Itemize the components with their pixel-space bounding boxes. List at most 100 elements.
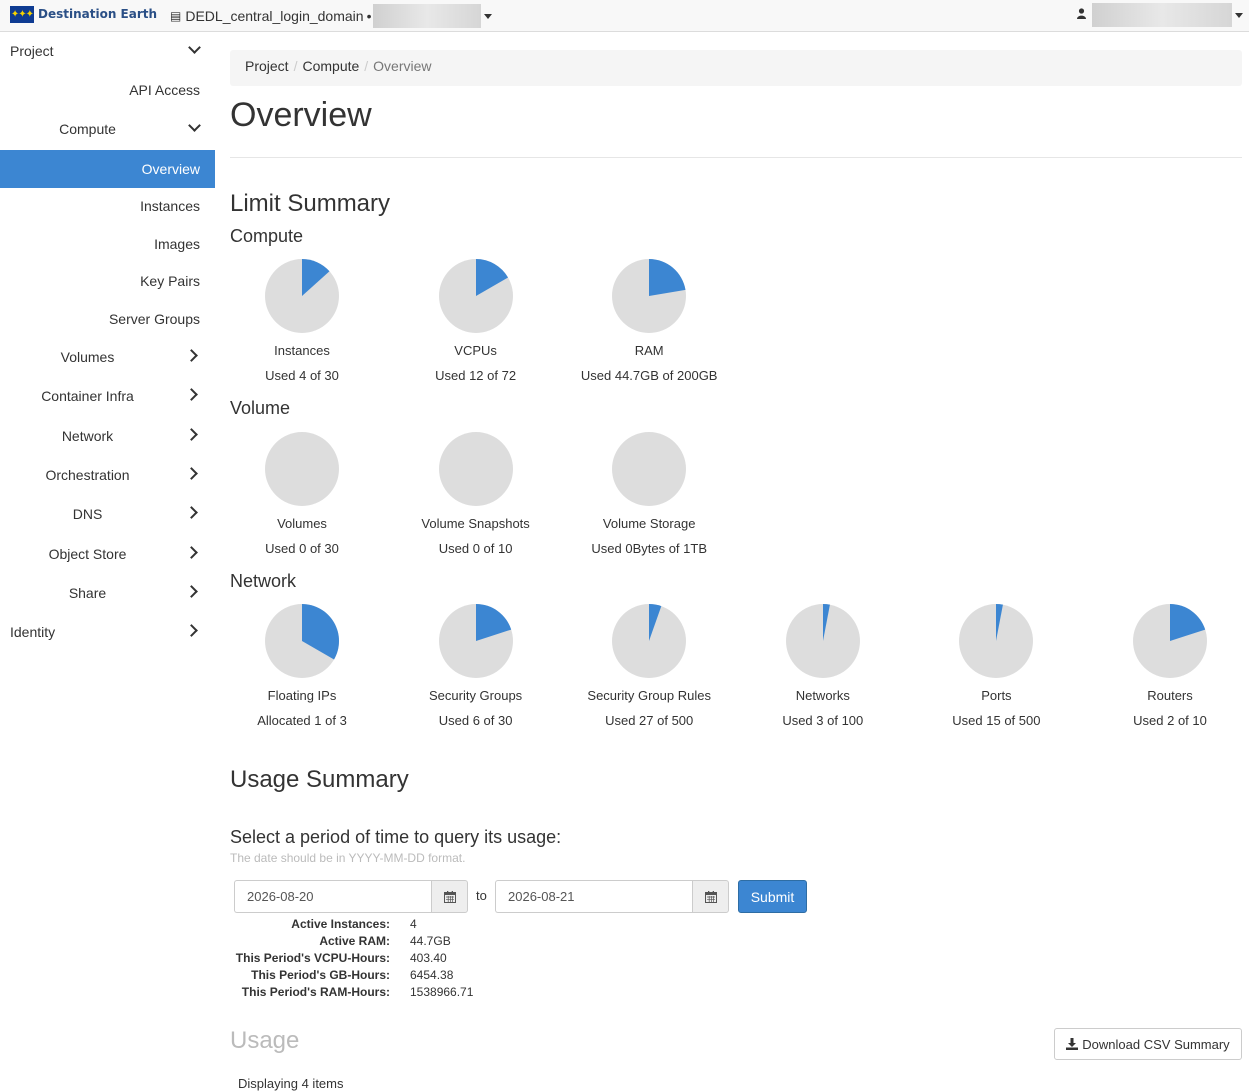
id-card-icon: ▤ — [170, 9, 182, 23]
quota-label: Security Groups — [428, 688, 523, 703]
user-icon — [1077, 8, 1086, 22]
sidebar-item-label: Overview — [141, 161, 200, 177]
limit-summary-title: Limit Summary — [230, 190, 391, 217]
chevron-right-icon — [185, 546, 198, 559]
sidebar-item-instances[interactable]: Instances — [0, 187, 215, 225]
volume-heading: Volume — [230, 398, 291, 418]
usage-stat-row: This Period's GB-Hours: 6454.38 — [230, 967, 473, 984]
quota-usage-text: Used 6 of 30 — [438, 713, 513, 728]
usage-stat-label: This Period's GB-Hours: — [251, 968, 390, 982]
breadcrumb-compute[interactable]: Compute — [302, 58, 359, 74]
sidebar-item-volumes[interactable]: Volumes — [0, 338, 215, 376]
usage-stat-row: Active Instances: 4 — [230, 916, 473, 933]
sidebar-item-project[interactable]: Project — [0, 32, 215, 70]
sidebar-item-overview[interactable]: Overview — [0, 150, 215, 188]
quota-floating-ips: Floating IPs Allocated 1 of 3 — [215, 603, 389, 728]
domain-separator: • — [366, 8, 372, 24]
sidebar-item-label: Network — [61, 428, 114, 444]
quota-volumes: Volumes Used 0 of 30 — [215, 431, 389, 556]
brand-name: Destination Earth — [38, 7, 158, 21]
calendar-icon[interactable] — [431, 880, 468, 913]
quota-usage-text: Used 0 of 30 — [265, 541, 339, 556]
sidebar-item-label: Orchestration — [45, 467, 130, 483]
brand-logo[interactable]: ✦✦✦ Destination Earth — [10, 5, 157, 23]
chevron-right-icon — [185, 428, 198, 441]
quota-pie-chart — [265, 432, 339, 506]
quota-pie-chart — [265, 604, 339, 678]
quota-usage-text: Used 15 of 500 — [952, 713, 1041, 728]
usage-stat-label: This Period's RAM-Hours: — [241, 985, 390, 999]
sidebar-item-label: Container Infra — [41, 388, 134, 404]
usage-stat-row: This Period's RAM-Hours: 1538966.71 — [230, 984, 474, 1001]
breadcrumb-current: Overview — [373, 58, 432, 74]
sidebar-item-label: Share — [68, 585, 107, 601]
sidebar-item-identity[interactable]: Identity — [0, 613, 215, 651]
quota-pie-chart — [612, 259, 687, 333]
sidebar-item-object-store[interactable]: Object Store — [0, 535, 215, 573]
quota-usage-text: Used 27 of 500 — [605, 713, 694, 728]
pie-free-slice — [438, 432, 513, 506]
chevron-right-icon — [185, 506, 198, 519]
breadcrumb-separator: / — [293, 58, 298, 74]
title-divider — [230, 157, 1242, 158]
sidebar-item-server-groups[interactable]: Server Groups — [0, 300, 215, 338]
usage-table-title: Usage — [230, 1027, 300, 1054]
chevron-right-icon — [185, 585, 198, 598]
download-icon — [1066, 1038, 1079, 1050]
submit-button[interactable]: Submit — [738, 880, 807, 913]
download-csv-label: Download CSV Summary — [1082, 1036, 1230, 1052]
download-csv-button[interactable]: Download CSV Summary — [1054, 1028, 1242, 1060]
page-title: Overview — [230, 96, 372, 134]
end-date-input[interactable] — [495, 880, 692, 913]
quota-usage-text: Used 12 of 72 — [435, 368, 517, 383]
sidebar-item-orchestration[interactable]: Orchestration — [0, 456, 215, 494]
start-date-input[interactable] — [234, 880, 431, 913]
top-navbar: ✦✦✦ Destination Earth ▤ DEDL_central_log… — [0, 0, 1249, 32]
period-query-title: Select a period of time to query its usa… — [230, 827, 562, 847]
quota-pie-chart — [612, 432, 687, 506]
quota-usage-text: Used 0 of 10 — [438, 541, 513, 556]
usage-stat-row: Active RAM: 44.7GB — [230, 933, 473, 950]
sidebar-item-container-infra[interactable]: Container Infra — [0, 377, 215, 415]
domain-name: DEDL_central_login_domain — [185, 8, 364, 24]
usage-summary-title: Usage Summary — [230, 766, 409, 793]
chevron-right-icon — [185, 349, 198, 362]
quota-pie-chart — [612, 604, 687, 678]
quota-security-group-rules: Security Group Rules Used 27 of 500 — [562, 603, 736, 728]
sidebar-item-dns[interactable]: DNS — [0, 495, 215, 533]
quota-label: Routers — [1147, 688, 1193, 703]
calendar-icon[interactable] — [692, 880, 729, 913]
quota-label: Volumes — [277, 516, 327, 531]
quota-volume-storage: Volume Storage Used 0Bytes of 1TB — [562, 431, 736, 556]
pie-used-slice — [649, 259, 686, 296]
chevron-down-icon — [1235, 12, 1243, 18]
sidebar-item-label: DNS — [72, 506, 103, 522]
project-domain-selector[interactable]: ▤ DEDL_central_login_domain • — [170, 4, 493, 28]
sidebar-item-share[interactable]: Share — [0, 574, 215, 612]
sidebar-item-api-access[interactable]: API Access — [0, 71, 215, 109]
quota-usage-text: Used 4 of 30 — [265, 368, 339, 383]
sidebar-item-label: Object Store — [48, 546, 127, 562]
sidebar-item-key-pairs[interactable]: Key Pairs — [0, 262, 215, 300]
chevron-down-icon — [188, 41, 201, 54]
quota-ports: Ports Used 15 of 500 — [909, 603, 1083, 728]
sidebar-item-images[interactable]: Images — [0, 225, 215, 263]
quota-routers: Routers Used 2 of 10 — [1083, 603, 1249, 728]
breadcrumb-separator: / — [364, 58, 369, 74]
quota-pie-chart — [785, 604, 860, 678]
quota-usage-text: Used 0Bytes of 1TB — [591, 541, 707, 556]
user-menu[interactable] — [1077, 3, 1243, 27]
quota-security-groups: Security Groups Used 6 of 30 — [389, 603, 563, 728]
usage-stat-label: Active Instances: — [291, 917, 390, 931]
sidebar-item-label: Images — [154, 236, 200, 252]
to-label: to — [476, 888, 487, 903]
breadcrumb-project[interactable]: Project — [245, 58, 289, 74]
quota-usage-text: Allocated 1 of 3 — [257, 713, 347, 728]
quota-pie-chart — [1133, 604, 1207, 678]
sidebar-item-network[interactable]: Network — [0, 417, 215, 455]
sidebar-item-label: API Access — [129, 82, 200, 98]
sidebar-item-label: Project — [10, 43, 54, 59]
sidebar-item-label: Instances — [140, 198, 200, 214]
quota-pie-chart — [438, 432, 513, 506]
sidebar-item-compute[interactable]: Compute — [0, 110, 215, 148]
